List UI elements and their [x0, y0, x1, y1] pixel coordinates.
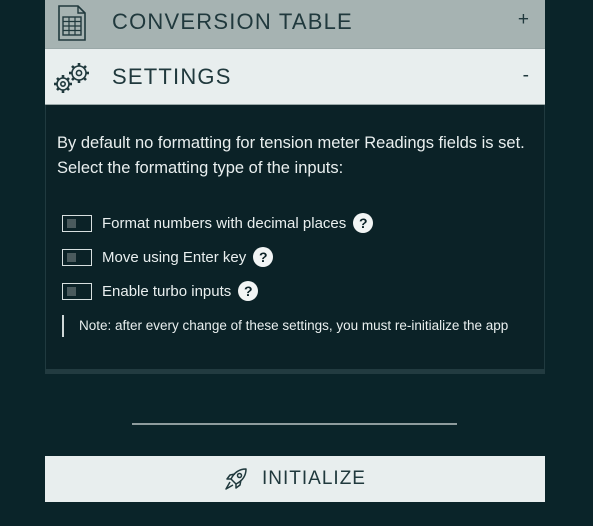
- option-label: Move using Enter key: [102, 248, 247, 266]
- settings-intro-text: By default no formatting for tension met…: [57, 134, 525, 177]
- conversion-table-title: CONVERSION TABLE: [112, 9, 353, 34]
- option-decimal-places: Format numbers with decimal places ?: [62, 213, 374, 233]
- expand-toggle[interactable]: +: [518, 9, 529, 31]
- help-icon[interactable]: ?: [253, 247, 274, 267]
- initialize-button[interactable]: INITIALIZE: [45, 456, 545, 502]
- divider: [132, 423, 457, 425]
- rocket-icon: [224, 467, 248, 491]
- help-icon[interactable]: ?: [353, 213, 374, 233]
- help-icon[interactable]: ?: [238, 281, 259, 301]
- turbo-inputs-toggle[interactable]: [62, 282, 92, 300]
- settings-header[interactable]: SETTINGS -: [45, 49, 545, 105]
- spreadsheet-icon: [58, 5, 86, 41]
- option-label: Format numbers with decimal places: [102, 214, 347, 232]
- settings-title: SETTINGS: [112, 64, 232, 89]
- collapse-toggle[interactable]: -: [523, 65, 529, 87]
- initialize-label: INITIALIZE: [262, 468, 366, 489]
- conversion-table-header[interactable]: CONVERSION TABLE +: [45, 0, 545, 49]
- settings-panel-footer: [45, 369, 545, 374]
- decimal-places-toggle[interactable]: [62, 214, 92, 232]
- settings-panel: By default no formatting for tension met…: [45, 105, 545, 369]
- enter-key-toggle[interactable]: [62, 248, 92, 266]
- option-enter-key: Move using Enter key ?: [62, 247, 274, 267]
- gears-icon: [51, 61, 93, 95]
- option-label: Enable turbo inputs: [102, 282, 232, 300]
- reinitialize-note: Note: after every change of these settin…: [62, 315, 540, 337]
- option-turbo-inputs: Enable turbo inputs ?: [62, 281, 259, 301]
